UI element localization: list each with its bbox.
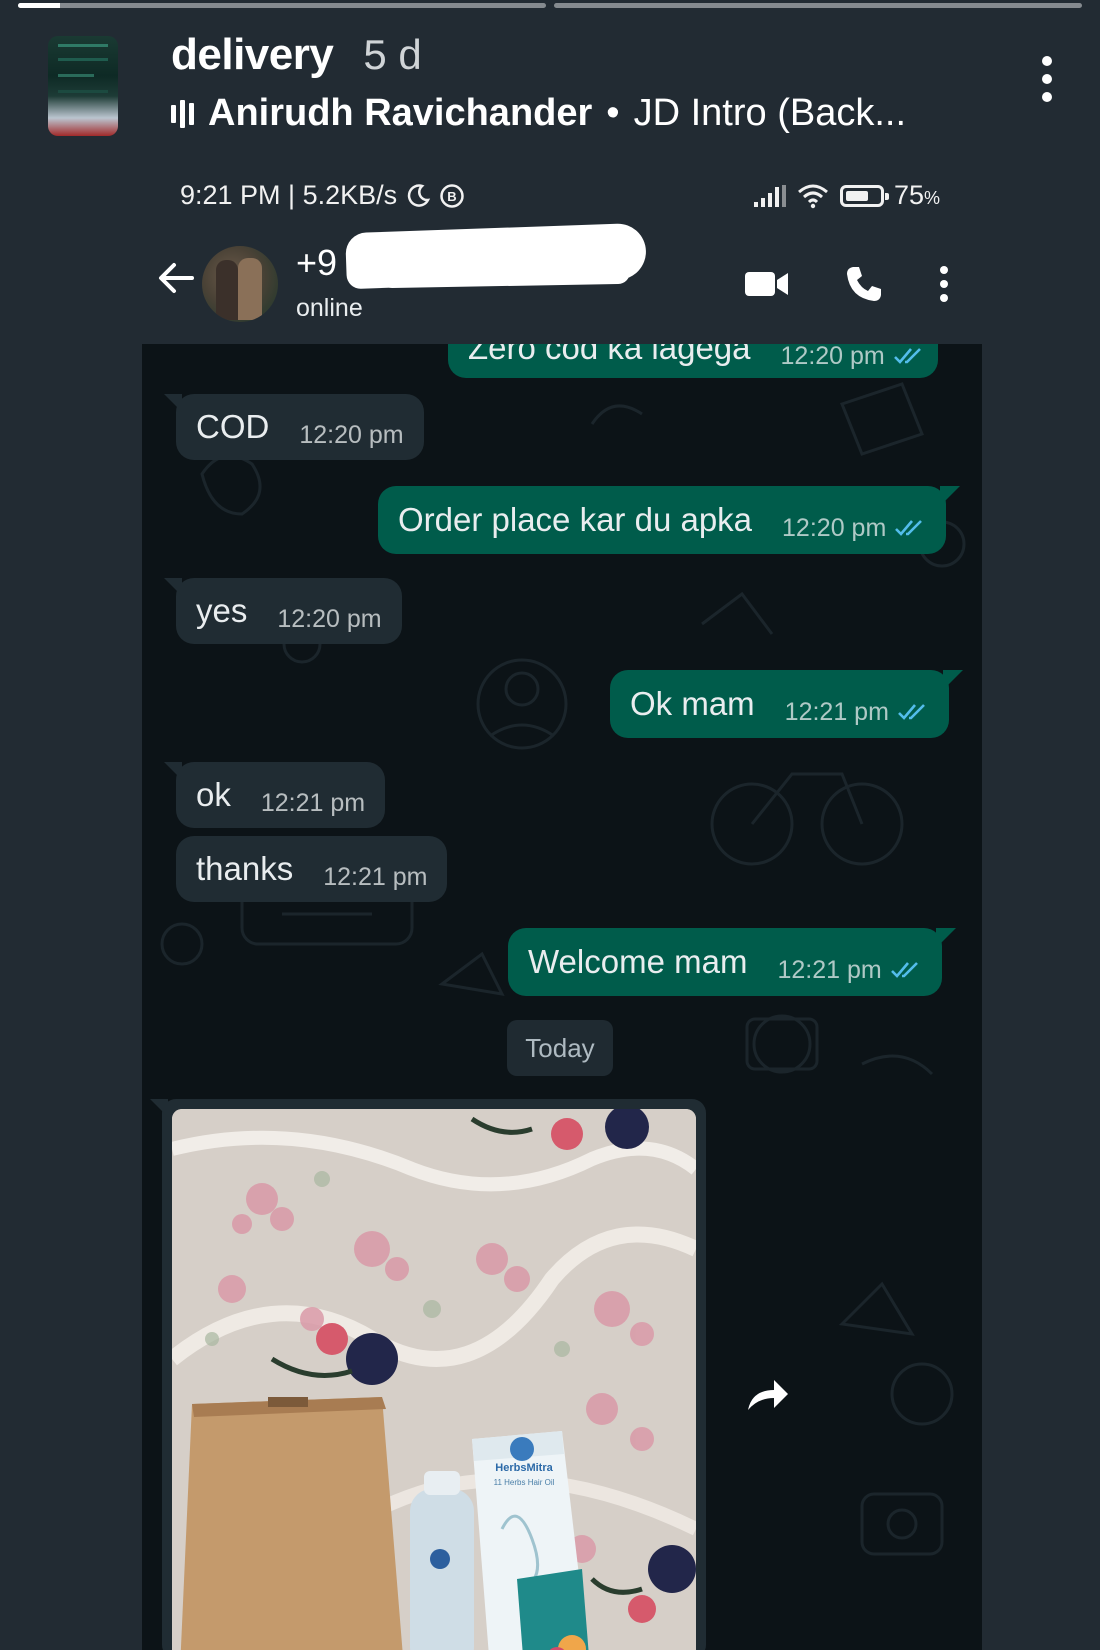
status-left: 9:21 PM | 5.2KB/s B bbox=[180, 180, 465, 211]
status-right: 75% bbox=[753, 180, 940, 211]
date-divider: Today bbox=[507, 1020, 613, 1076]
story-music[interactable]: Anirudh Ravichander • JD Intro (Back... bbox=[171, 92, 906, 135]
message-time: 12:21 pm bbox=[323, 862, 428, 891]
music-track: JD Intro (Back... bbox=[633, 92, 907, 134]
message-incoming[interactable]: yes 12:20 pm bbox=[164, 578, 402, 644]
story-thumbnail[interactable] bbox=[48, 36, 118, 136]
message-outgoing[interactable]: Order place kar du apka 12:20 pm bbox=[378, 486, 961, 554]
back-arrow-icon[interactable] bbox=[156, 258, 196, 298]
story-title-row: delivery 5 d bbox=[171, 30, 422, 80]
message-meta: 12:21 pm bbox=[777, 956, 921, 985]
contact-avatar[interactable] bbox=[202, 246, 278, 322]
chat-header: +9 online bbox=[150, 222, 950, 328]
message-outgoing[interactable]: Welcome mam 12:21 pm bbox=[508, 928, 956, 996]
contact-status: online bbox=[296, 294, 363, 322]
story-progress bbox=[18, 3, 1082, 8]
message-meta: 12:20 pm bbox=[782, 514, 926, 543]
message-time: 12:21 pm bbox=[777, 955, 882, 984]
message-time: 12:20 pm bbox=[782, 513, 887, 542]
message-text: ok bbox=[196, 776, 231, 813]
message-text: thanks bbox=[196, 850, 294, 887]
read-ticks-icon bbox=[890, 962, 918, 978]
message-text: Order place kar du apka bbox=[398, 501, 753, 538]
battery-level bbox=[845, 190, 869, 201]
wifi-icon bbox=[797, 184, 828, 208]
delivery-photo[interactable]: HerbsMitra 11 Herbs Hair Oil bbox=[172, 1109, 696, 1650]
story-progress-fill bbox=[18, 3, 61, 8]
story-header: delivery 5 d Anirudh Ravichander • JD In… bbox=[48, 30, 1060, 140]
music-bars-icon bbox=[171, 99, 194, 129]
product-brand: HerbsMitra bbox=[495, 1462, 553, 1474]
battery-icon bbox=[839, 184, 889, 207]
message-outgoing[interactable]: Ok mam 12:21 pm bbox=[610, 670, 963, 738]
story-title[interactable]: delivery bbox=[171, 30, 334, 80]
message-image[interactable]: HerbsMitra 11 Herbs Hair Oil bbox=[150, 1099, 706, 1650]
chat-area[interactable]: Zero cod ka lagega 12:20 pm COD 12:20 pm… bbox=[142, 344, 982, 1650]
svg-text:B: B bbox=[447, 189, 456, 204]
music-separator: • bbox=[606, 92, 620, 134]
message-meta: 12:20 pm bbox=[781, 344, 925, 371]
message-text: Zero cod ka lagega bbox=[468, 344, 751, 366]
message-meta: 12:21 pm bbox=[323, 863, 427, 892]
forward-icon[interactable] bbox=[746, 1378, 790, 1412]
message-incoming[interactable]: ok 12:21 pm bbox=[163, 762, 386, 828]
battery-percent: 75% bbox=[893, 180, 940, 210]
message-incoming[interactable]: thanks 12:21 pm bbox=[176, 836, 448, 902]
phone-status-bar: 9:21 PM | 5.2KB/s B 75% bbox=[180, 176, 940, 216]
voice-call-icon[interactable] bbox=[844, 264, 884, 304]
message-meta: 12:20 pm bbox=[299, 421, 403, 450]
read-ticks-icon bbox=[895, 520, 923, 536]
message-text: Ok mam bbox=[630, 685, 755, 722]
moon-icon bbox=[407, 183, 431, 207]
music-artist: Anirudh Ravichander bbox=[208, 92, 593, 134]
message-time: 12:21 pm bbox=[260, 788, 366, 817]
message-meta: 12:21 pm bbox=[785, 698, 929, 727]
chat-more-options-icon[interactable] bbox=[938, 266, 950, 302]
product-subtitle: 11 Herbs Hair Oil bbox=[494, 1478, 555, 1487]
message-time: 12:20 pm bbox=[277, 604, 382, 633]
story-more-options-icon[interactable] bbox=[1034, 56, 1060, 102]
message-time: 12:21 pm bbox=[784, 697, 889, 726]
message-meta: 12:20 pm bbox=[277, 605, 381, 634]
status-time-speed: 9:21 PM | 5.2KB/s bbox=[180, 180, 398, 210]
chat-header-actions bbox=[744, 264, 950, 304]
video-call-icon[interactable] bbox=[744, 269, 790, 299]
read-ticks-icon bbox=[898, 704, 925, 720]
message-text: Welcome mam bbox=[528, 943, 748, 980]
redaction-mark bbox=[379, 259, 631, 289]
message-incoming[interactable]: COD 12:20 pm bbox=[164, 394, 424, 460]
contact-number[interactable]: +9 bbox=[296, 242, 337, 284]
message-outgoing[interactable]: Zero cod ka lagega 12:20 pm bbox=[448, 344, 938, 378]
b-circle-icon: B bbox=[440, 183, 464, 208]
message-time: 12:20 pm bbox=[299, 420, 404, 449]
signal-icon bbox=[753, 184, 786, 207]
message-time: 12:20 pm bbox=[780, 344, 885, 370]
read-ticks-icon bbox=[893, 348, 921, 364]
message-meta: 12:21 pm bbox=[261, 789, 365, 818]
message-text: yes bbox=[196, 592, 248, 629]
delivery-photo-art: HerbsMitra 11 Herbs Hair Oil bbox=[172, 1109, 696, 1650]
story-progress-segment bbox=[554, 3, 1082, 8]
story-age: 5 d bbox=[363, 31, 422, 78]
message-text: COD bbox=[196, 408, 270, 445]
story-progress-segment bbox=[18, 3, 546, 8]
